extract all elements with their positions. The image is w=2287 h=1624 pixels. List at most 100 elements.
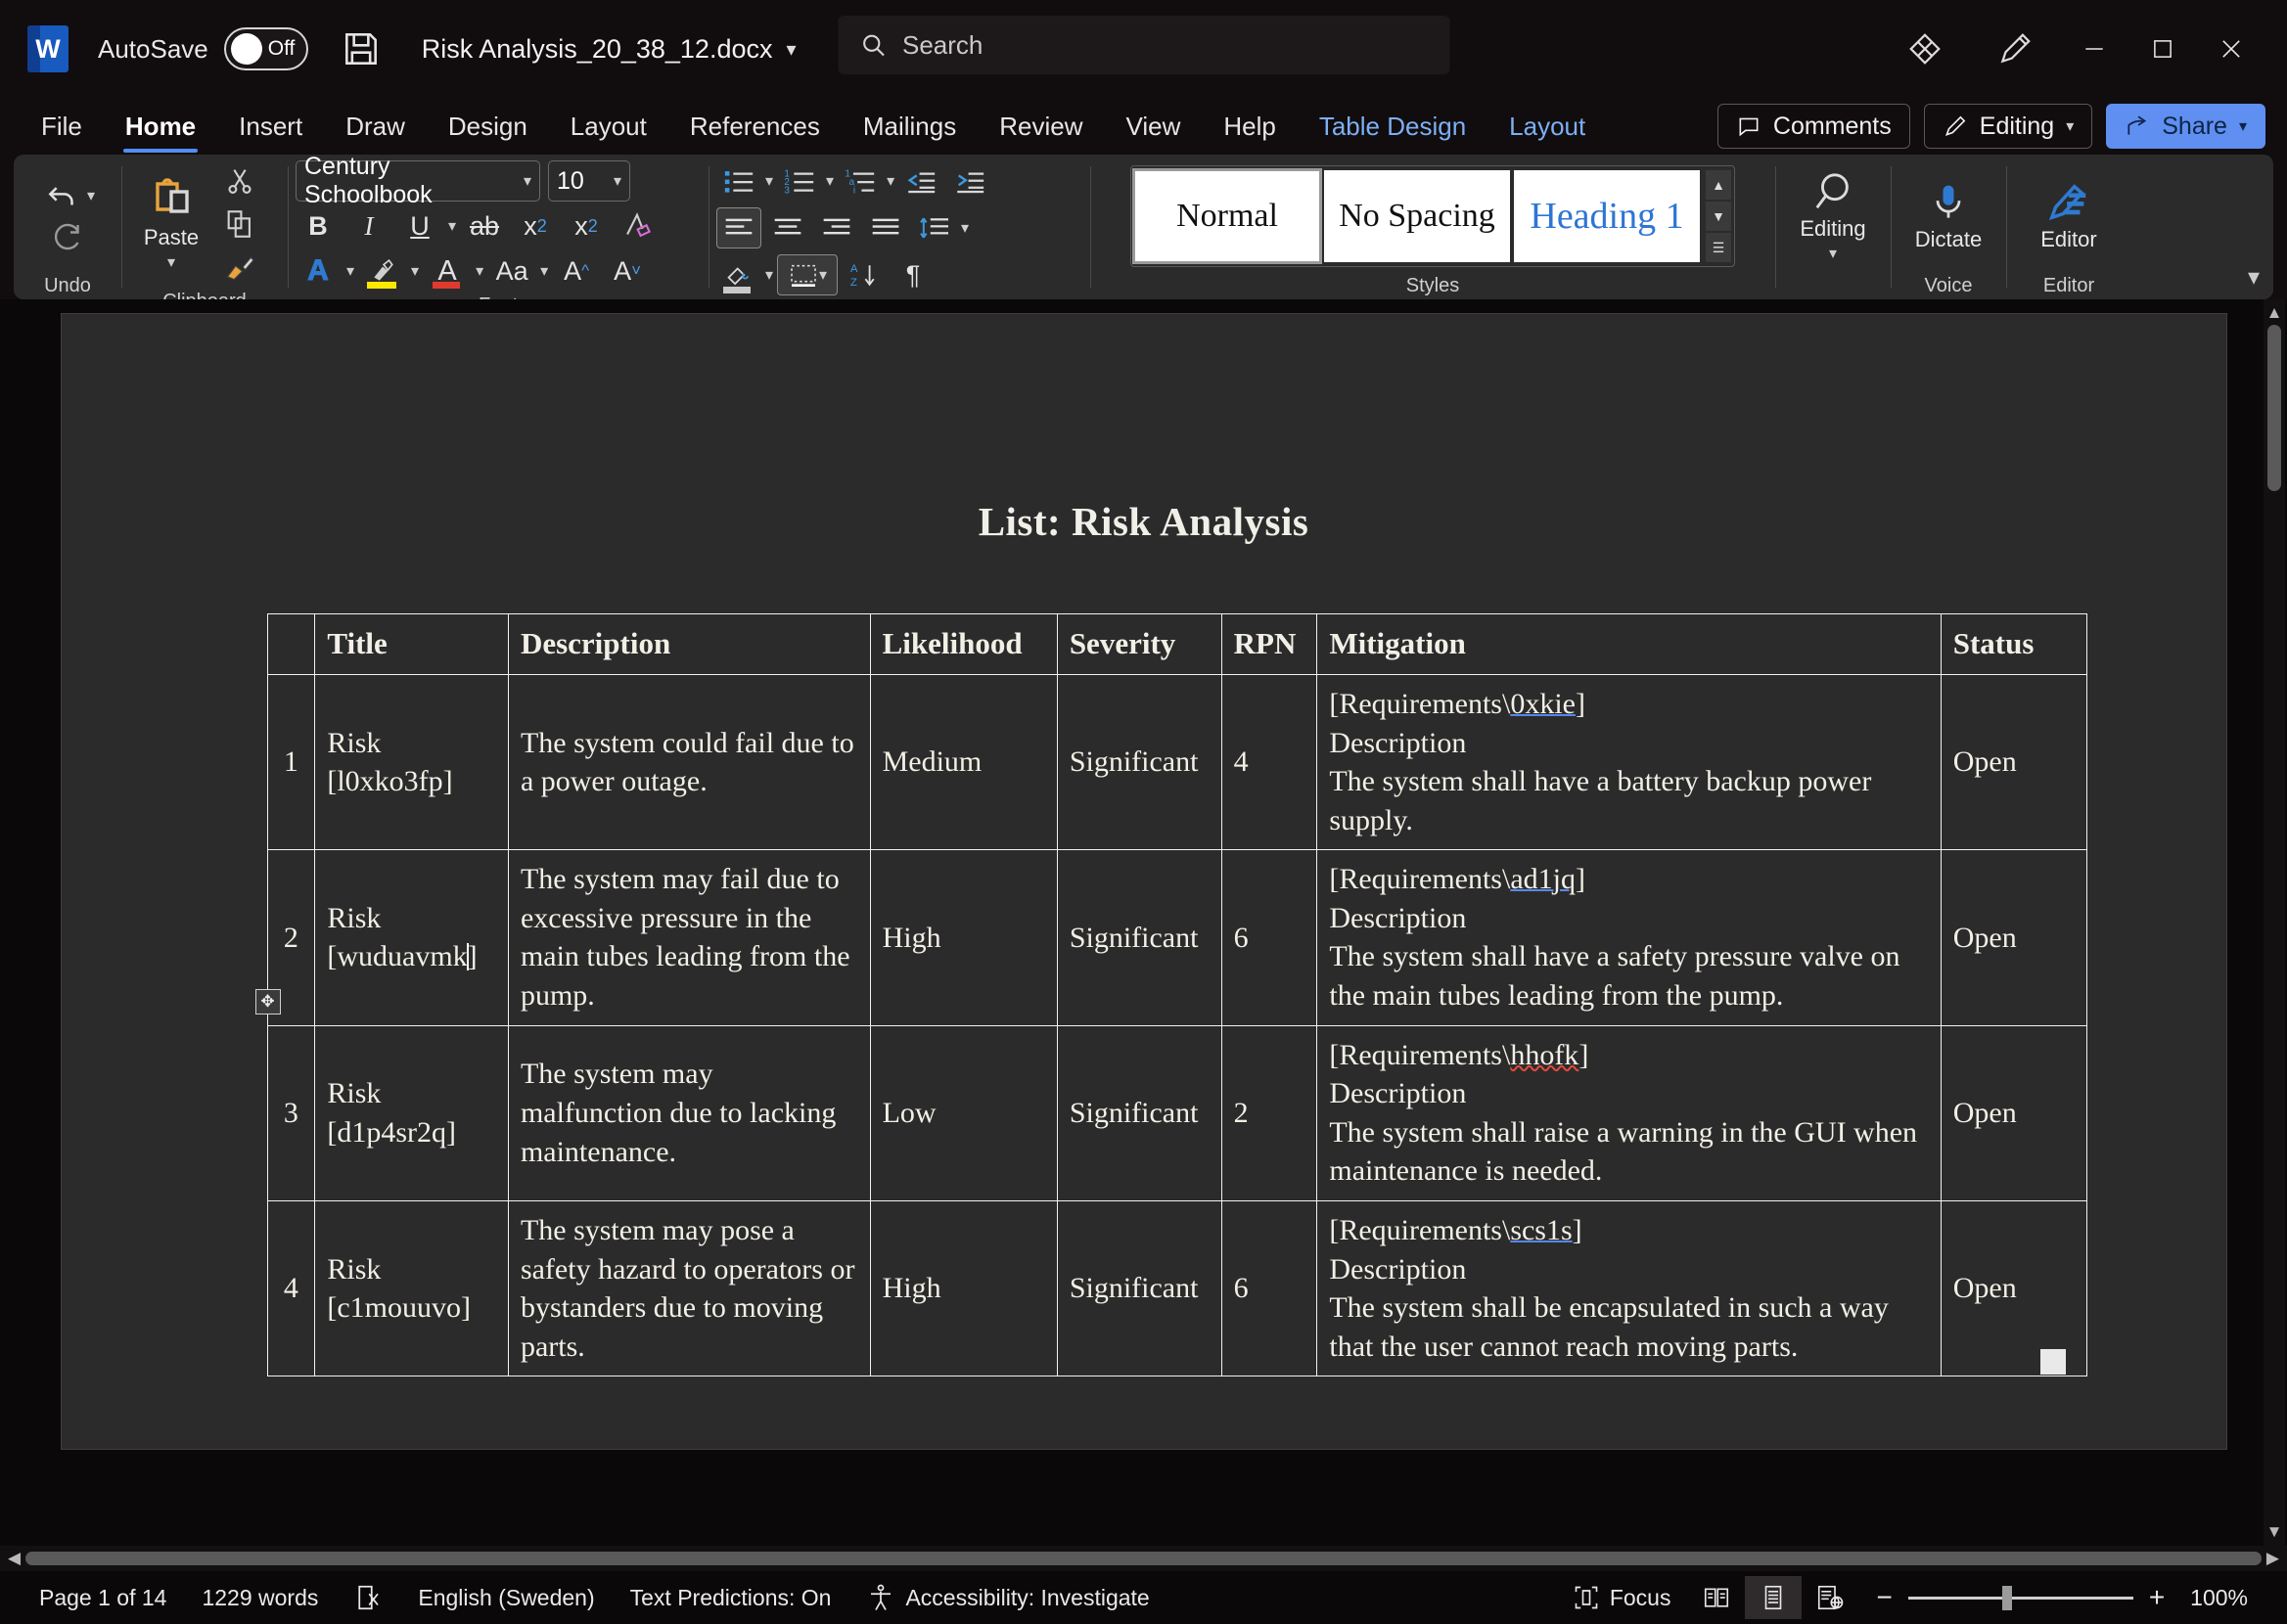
tab-view[interactable]: View [1104,98,1202,155]
cell-severity[interactable]: Significant [1056,1200,1222,1377]
close-button[interactable] [2197,18,2265,80]
tab-review[interactable]: Review [978,98,1104,155]
superscript-button[interactable]: x2 [564,205,609,247]
column-header-index[interactable] [266,613,316,675]
chevron-down-icon[interactable]: ▾ [2239,116,2247,136]
styles-more-button[interactable]: ☰ [1706,233,1731,262]
document-page[interactable]: List: Risk Analysis ✥ Title Description … [60,313,2227,1450]
table-row[interactable]: 1 Risk [l0xko3fp] The system could fail … [266,673,2087,851]
pen-icon[interactable] [1970,18,2060,80]
tab-design[interactable]: Design [427,98,549,155]
align-left-button[interactable] [716,207,761,248]
change-case-button[interactable]: Aa [489,250,534,292]
chevron-down-icon[interactable]: ▾ [2066,116,2074,136]
tab-layout[interactable]: Layout [549,98,668,155]
chevron-down-icon[interactable]: ▾ [887,171,894,191]
chevron-down-icon[interactable]: ▾ [346,261,354,281]
cell-likelihood[interactable]: Low [869,1024,1058,1202]
style-no-spacing[interactable]: No Spacing [1324,170,1510,262]
dictate-button[interactable]: Dictate [1906,163,1990,269]
minimize-button[interactable] [2060,18,2128,80]
clear-formatting-button[interactable] [615,205,660,247]
cell-rpn[interactable]: 6 [1220,1200,1318,1377]
horizontal-scrollbar[interactable]: ◀ ▶ [0,1546,2287,1571]
column-header-title[interactable]: Title [314,613,509,675]
tab-home[interactable]: Home [104,98,217,155]
cell-description[interactable]: The system may pose a safety hazard to o… [507,1200,871,1377]
shrink-font-button[interactable]: A ˅ [605,250,650,292]
web-layout-button[interactable] [1802,1576,1858,1619]
scroll-right-arrow-icon[interactable]: ▶ [2266,1549,2279,1568]
decrease-indent-button[interactable] [898,160,943,202]
chevron-down-icon[interactable]: ▾ [167,252,175,272]
copy-button[interactable] [217,203,262,245]
cell-index[interactable]: 3 [266,1024,316,1202]
cell-severity[interactable]: Significant [1056,1024,1222,1202]
paste-button[interactable]: Paste ▾ [129,171,213,277]
cell-index[interactable]: 4 [266,1200,316,1377]
column-header-status[interactable]: Status [1940,613,2087,675]
proofing-errors-icon[interactable] [336,1582,400,1613]
collapse-ribbon-button[interactable]: ▾ [2248,263,2260,292]
column-header-mitigation[interactable]: Mitigation [1316,613,1942,675]
cell-status[interactable]: Open [1940,673,2087,851]
tab-table-design[interactable]: Table Design [1298,98,1487,155]
tab-table-layout[interactable]: Layout [1487,98,1607,155]
table-move-handle[interactable]: ✥ [254,989,281,1015]
cut-button[interactable] [217,160,262,202]
chevron-down-icon[interactable]: ▾ [476,261,483,281]
tab-help[interactable]: Help [1202,98,1297,155]
cell-title[interactable]: Risk [c1mouuvo] [314,1200,509,1377]
vertical-scrollbar-thumb[interactable] [2267,325,2281,491]
diamond-icon[interactable] [1880,18,1970,80]
tab-mailings[interactable]: Mailings [842,98,978,155]
word-count-status[interactable]: 1229 words [184,1585,336,1611]
align-right-button[interactable] [814,207,859,248]
chevron-down-icon[interactable]: ▾ [819,265,827,285]
zoom-in-button[interactable]: + [2149,1582,2165,1613]
risk-analysis-table[interactable]: Title Description Likelihood Severity RP… [266,613,2087,1377]
tab-draw[interactable]: Draw [324,98,427,155]
chevron-down-icon[interactable]: ▾ [524,171,531,191]
redo-button[interactable] [45,216,90,257]
underline-button[interactable]: U [397,205,442,247]
chevron-down-icon[interactable]: ▾ [765,265,773,285]
bullets-button[interactable] [716,160,761,202]
subscript-button[interactable]: x2 [513,205,558,247]
font-color-button[interactable]: A [425,250,470,292]
text-predictions-status[interactable]: Text Predictions: On [613,1585,849,1611]
styles-scroll-down-button[interactable]: ▼ [1706,202,1731,231]
undo-dropdown-icon[interactable]: ▾ [87,186,95,205]
search-box[interactable]: Search [838,16,1449,74]
column-header-likelihood[interactable]: Likelihood [869,613,1058,675]
focus-mode-button[interactable]: Focus [1555,1583,1689,1612]
scroll-left-arrow-icon[interactable]: ◀ [8,1549,21,1568]
share-button[interactable]: Share ▾ [2106,104,2265,149]
scroll-down-arrow-icon[interactable]: ▼ [2264,1522,2285,1542]
editing-mode-button[interactable]: Editing ▾ [1923,104,2093,149]
column-header-rpn[interactable]: RPN [1220,613,1318,675]
column-header-description[interactable]: Description [507,613,871,675]
cell-mitigation[interactable]: [Requirements\ad1jq] Description The sys… [1316,849,1942,1026]
chevron-down-icon[interactable]: ▾ [614,171,621,191]
cell-severity[interactable]: Significant [1056,849,1222,1026]
justify-button[interactable] [863,207,908,248]
zoom-slider-thumb[interactable] [2001,1585,2012,1610]
font-name-combobox[interactable]: Century Schoolbook ▾ [296,155,540,208]
tab-insert[interactable]: Insert [217,98,324,155]
cell-likelihood[interactable]: High [869,849,1058,1026]
cell-description[interactable]: The system may fail due to excessive pre… [507,849,871,1026]
show-formatting-marks-button[interactable]: ¶ [891,254,936,295]
autosave-toggle[interactable]: Off [223,27,308,70]
chevron-down-icon[interactable]: ▾ [765,171,773,191]
save-icon[interactable] [340,27,383,70]
document-title[interactable]: Risk Analysis_20_38_12.docx ▾ [422,34,797,65]
mitigation-reference[interactable]: [Requirements\0xkie] [1329,685,1928,724]
bold-button[interactable]: B [296,205,341,247]
text-effects-button[interactable]: A [296,250,341,292]
sort-button[interactable]: A Z [842,254,887,295]
styles-scroll-up-button[interactable]: ▲ [1706,170,1731,200]
cell-severity[interactable]: Significant [1056,673,1222,851]
zoom-slider[interactable] [1907,1585,2133,1610]
italic-button[interactable]: I [346,205,391,247]
